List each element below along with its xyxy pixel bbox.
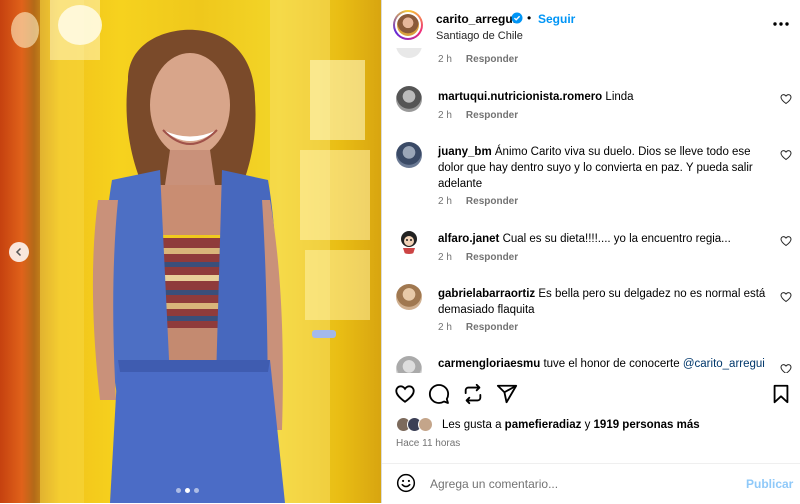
comment-composer: Publicar — [382, 463, 800, 504]
comment-username[interactable]: juany_bm — [438, 146, 492, 158]
reply-button[interactable]: Responder — [466, 110, 518, 121]
photo-illustration — [11, 0, 370, 503]
comments-list[interactable]: 2 h Responder martuqui.nutricionista.rome… — [382, 48, 800, 373]
author-username[interactable]: carito_arregui — [436, 12, 516, 26]
comment-avatar[interactable] — [396, 48, 422, 58]
comment-meta: 2 h Responder — [438, 252, 518, 263]
post-actions-bar — [382, 378, 800, 410]
comment-item: alfaro.janet Cual es su dieta!!!!.... yo… — [382, 228, 800, 268]
comment-like-icon[interactable] — [780, 363, 792, 373]
comment-avatar[interactable] — [396, 86, 422, 112]
carousel-dot — [194, 488, 199, 493]
post-comment-button[interactable]: Publicar — [746, 477, 793, 491]
comment-username[interactable]: carmengloriaesmu — [438, 358, 540, 370]
comment-mention[interactable]: @carito_arregui — [683, 358, 765, 370]
comment-like-icon[interactable] — [780, 291, 792, 303]
follow-button[interactable]: Seguir — [538, 12, 575, 26]
carousel-dot — [176, 488, 181, 493]
post-modal: carito_arregui • Seguir Santiago de Chil… — [0, 0, 800, 503]
comment-meta: 2 h Responder — [438, 196, 518, 207]
heart-icon[interactable] — [394, 383, 416, 405]
post-photo[interactable] — [0, 0, 381, 503]
comment-time: 2 h — [438, 196, 452, 207]
comment-avatar[interactable] — [396, 228, 422, 254]
comment-text: martuqui.nutricionista.romero Linda — [438, 89, 768, 105]
liker-avatar — [418, 417, 433, 432]
comment-input[interactable] — [428, 472, 722, 496]
carousel-indicators — [176, 488, 199, 493]
comment-like-icon[interactable] — [780, 235, 792, 247]
more-options-icon[interactable] — [771, 14, 791, 34]
comment-time: 2 h — [438, 322, 452, 333]
comment-time: 2 h — [438, 252, 452, 263]
comment-text: carmengloriaesmu tuve el honor de conoce… — [438, 356, 768, 372]
send-icon[interactable] — [496, 383, 518, 405]
likes-text: Les gusta a pamefieradiaz y 1919 persona… — [442, 419, 700, 431]
likes-connector: y — [584, 419, 591, 431]
comment-item: juany_bm Ánimo Carito viva su duelo. Dio… — [382, 142, 800, 212]
likes-summary[interactable]: Les gusta a pamefieradiaz y 1919 persona… — [396, 416, 796, 436]
comment-avatar[interactable] — [396, 356, 422, 373]
comment-time: 2 h — [438, 110, 452, 121]
post-timestamp[interactable]: Hace 11 horas — [396, 438, 460, 449]
comment-meta: 2 h Responder — [438, 322, 518, 333]
comment-like-icon[interactable] — [780, 149, 792, 161]
carousel-dot-active — [185, 488, 190, 493]
post-side-panel: carito_arregui • Seguir Santiago de Chil… — [381, 0, 800, 503]
comment-body: Cual es su dieta!!!!.... yo la encuentro… — [502, 233, 731, 245]
author-avatar[interactable] — [393, 10, 423, 40]
comment-item: carmengloriaesmu tuve el honor de conoce… — [382, 354, 800, 373]
comment-item: martuqui.nutricionista.romero Linda 2 h R… — [382, 86, 800, 126]
comment-avatar[interactable] — [396, 142, 422, 168]
emoji-icon[interactable] — [396, 473, 416, 493]
bookmark-icon[interactable] — [770, 383, 792, 405]
comment-username[interactable]: alfaro.janet — [438, 233, 499, 245]
post-location[interactable]: Santiago de Chile — [436, 30, 523, 42]
comment-username[interactable]: gabrielabarraortiz — [438, 288, 535, 300]
likes-first-user[interactable]: pamefieradiaz — [505, 419, 582, 431]
likes-others[interactable]: 1919 personas más — [594, 419, 700, 431]
comment-text: juany_bm Ánimo Carito viva su duelo. Dio… — [438, 144, 768, 192]
comment-body: Linda — [605, 91, 634, 103]
reply-button[interactable]: Responder — [466, 54, 518, 65]
carousel-prev-button[interactable] — [9, 242, 29, 262]
comment-text: alfaro.janet Cual es su dieta!!!!.... yo… — [438, 231, 768, 247]
comment-body: tuve el honor de conocerte — [543, 358, 680, 370]
comment-meta: 2 h Responder — [438, 110, 518, 121]
separator-dot: • — [527, 11, 532, 25]
reply-button[interactable]: Responder — [466, 196, 518, 207]
likes-prefix: Les gusta a — [442, 419, 502, 431]
repost-icon[interactable] — [462, 383, 484, 405]
reply-button[interactable]: Responder — [466, 252, 518, 263]
comment-avatar[interactable] — [396, 284, 422, 310]
reply-button[interactable]: Responder — [466, 322, 518, 333]
comment-item: gabrielabarraortiz Es bella pero su delg… — [382, 284, 800, 340]
comment-item: 2 h Responder — [382, 48, 800, 68]
comment-username[interactable]: martuqui.nutricionista.romero — [438, 91, 602, 103]
post-header: carito_arregui • Seguir Santiago de Chil… — [382, 0, 800, 48]
comment-meta: 2 h Responder — [438, 54, 518, 65]
comment-time: 2 h — [438, 54, 452, 65]
verified-badge-icon — [511, 12, 523, 24]
comment-like-icon[interactable] — [780, 93, 792, 105]
comment-icon[interactable] — [428, 383, 450, 405]
chevron-left-icon — [15, 247, 22, 257]
comment-text: gabrielabarraortiz Es bella pero su delg… — [438, 286, 768, 318]
